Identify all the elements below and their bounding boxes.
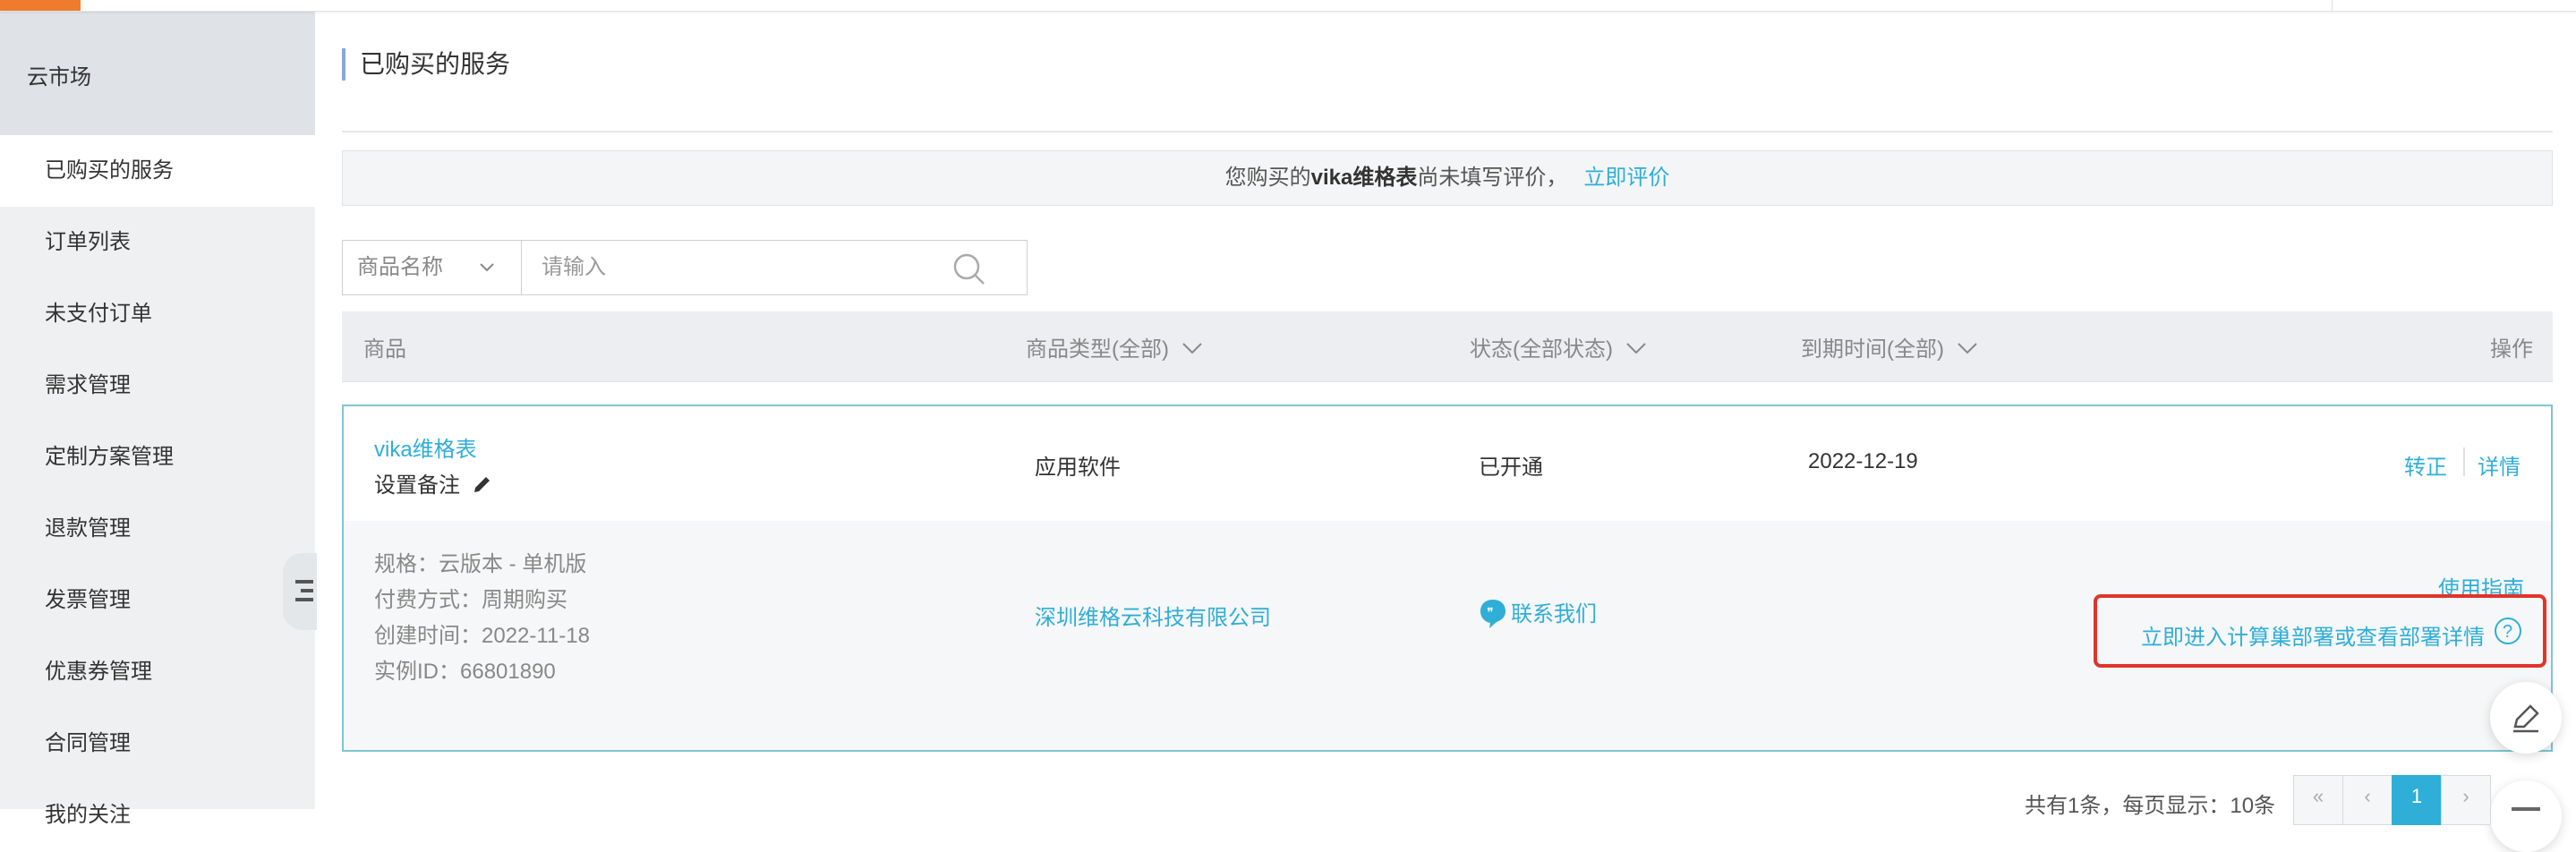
column-category-label: 商品类型(全部) (1026, 337, 1169, 362)
column-category-filter[interactable]: 商品类型(全部) (1026, 311, 1202, 381)
sidebar-title: 云市场 (27, 65, 91, 89)
column-actions: 操作 (2490, 337, 2533, 362)
pencil-icon (473, 477, 490, 492)
page-1-button[interactable]: 1 (2392, 775, 2442, 825)
search-bar: 商品名称 (342, 240, 1028, 295)
row-summary: vika维格表 设置备注 应用软件 已开通 2022-12-19 转正 详情 (344, 406, 2551, 522)
column-expiry-filter[interactable]: 到期时间(全部) (1801, 311, 1977, 381)
chat-bubble-icon: ❞ (1480, 600, 1506, 628)
notice-suffix: 尚未填写评价， (1417, 166, 1568, 190)
sidebar-item-contracts[interactable]: 合同管理 (0, 708, 315, 780)
status-value: 已开通 (1479, 456, 1543, 480)
row-footer (344, 711, 2551, 750)
sidebar-item-unpaid-orders[interactable]: 未支付订单 (0, 278, 315, 350)
payment-text: 付费方式：周期购买 (374, 588, 567, 612)
page-prev-button[interactable]: ‹ (2342, 775, 2393, 825)
instance-id-text: 实例ID：66801890 (374, 660, 556, 684)
menu-icon (2512, 807, 2540, 811)
sidebar-collapse-toggle[interactable] (283, 553, 317, 630)
search-field-select-label: 商品名称 (357, 255, 443, 279)
sidebar: 云市场 已购买的服务 订单列表 未支付订单 需求管理 定制方案管理 退款管理 发… (0, 11, 315, 827)
category-value: 应用软件 (1035, 456, 1121, 480)
set-note-label: 设置备注 (374, 473, 460, 498)
contact-us-label: 联系我们 (1511, 602, 1597, 626)
column-status-filter[interactable]: 状态(全部状态) (1470, 311, 1646, 381)
page-first-button[interactable]: « (2293, 775, 2343, 825)
collapse-menu-icon (295, 580, 313, 601)
search-field-select[interactable]: 商品名称 (343, 241, 522, 294)
column-product: 商品 (363, 337, 406, 362)
expiry-value: 2022-12-19 (1808, 449, 1918, 473)
search-input[interactable] (522, 241, 951, 294)
table-row: vika维格表 设置备注 应用软件 已开通 2022-12-19 转正 详情 规… (342, 405, 2553, 752)
edit-pen-icon (2513, 704, 2539, 733)
product-name-link[interactable]: vika维格表 (374, 431, 477, 463)
column-status-label: 状态(全部状态) (1470, 337, 1613, 362)
sidebar-item-coupons[interactable]: 优惠券管理 (0, 636, 315, 708)
column-expiry-label: 到期时间(全部) (1801, 337, 1944, 362)
notice-prefix: 您购买的 (1224, 166, 1311, 190)
convert-link[interactable]: 转正 (2404, 449, 2447, 481)
sidebar-item-custom-plans[interactable]: 定制方案管理 (0, 422, 315, 493)
review-now-link[interactable]: 立即评价 (1583, 166, 1669, 190)
chevron-down-icon (1181, 342, 1202, 354)
pagination-summary: 共有1条，每页显示：10条 (2025, 794, 2276, 818)
navbar-divider (2332, 0, 2333, 11)
detail-link[interactable]: 详情 (2478, 449, 2521, 481)
search-icon[interactable] (951, 251, 987, 287)
chevron-down-icon (1957, 342, 1977, 354)
brand-logo[interactable] (0, 0, 81, 11)
sidebar-header: 云市场 (0, 11, 315, 135)
title-divider (342, 131, 2553, 132)
action-divider (2463, 447, 2465, 476)
vendor-link[interactable]: 深圳维格云科技有限公司 (1035, 600, 1271, 631)
top-navbar (0, 0, 2576, 12)
table-header: 商品 商品类型(全部) 状态(全部状态) 到期时间(全部) 操作 (342, 311, 2553, 382)
notice-product: vika维格表 (1310, 166, 1418, 190)
set-note-button[interactable]: 设置备注 (374, 467, 493, 498)
sidebar-item-purchased-services[interactable]: 已购买的服务 (0, 135, 315, 207)
sidebar-item-orders[interactable]: 订单列表 (0, 207, 315, 278)
menu-float-button[interactable] (2490, 780, 2562, 852)
review-notice: 您购买的vika维格表尚未填写评价， 立即评价 (342, 150, 2553, 206)
sidebar-item-follows[interactable]: 我的关注 (0, 780, 315, 851)
chevron-down-icon (1625, 342, 1646, 354)
created-text: 创建时间：2022-11-18 (374, 624, 590, 648)
spec-text: 规格：云版本 - 单机版 (374, 552, 587, 576)
feedback-button[interactable] (2490, 682, 2562, 754)
sidebar-item-invoices[interactable]: 发票管理 (0, 565, 315, 636)
contact-us-link[interactable]: ❞ 联系我们 (1479, 596, 1597, 630)
sidebar-item-requirements[interactable]: 需求管理 (0, 350, 315, 422)
page-title: 已购买的服务 (342, 48, 510, 81)
deploy-highlight-box (2094, 594, 2546, 668)
sidebar-item-refunds[interactable]: 退款管理 (0, 493, 315, 565)
chevron-down-icon (480, 263, 494, 272)
page-next-button[interactable]: › (2441, 775, 2491, 825)
svg-text:❞: ❞ (1487, 606, 1494, 620)
